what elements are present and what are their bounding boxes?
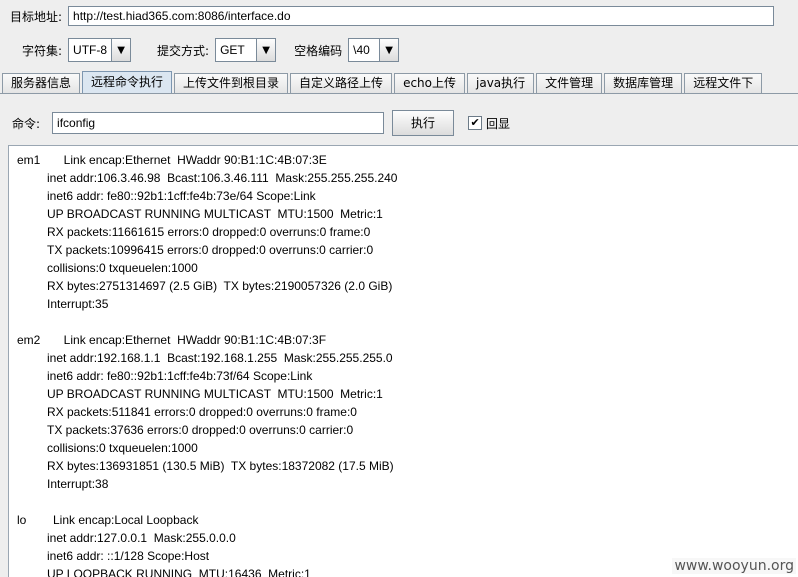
tab-echo-upload[interactable]: echo上传 — [394, 73, 465, 93]
output-line: RX packets:11661615 errors:0 dropped:0 o… — [47, 225, 371, 239]
tab-file-manager[interactable]: 文件管理 — [536, 73, 603, 93]
target-label: 目标地址: — [10, 9, 63, 24]
method-label: 提交方式: — [157, 43, 210, 58]
tab-db-manager[interactable]: 数据库管理 — [604, 73, 683, 93]
target-url-input[interactable]: http://test.hiad365.com:8086/interface.d… — [68, 6, 775, 26]
charset-select[interactable]: UTF-8 ▼ — [68, 38, 132, 62]
watermark: www.wooyun.org — [672, 558, 796, 574]
output-line: collisions:0 txqueuelen:1000 — [47, 441, 198, 455]
chevron-down-icon[interactable]: ▼ — [111, 39, 131, 61]
tab-remote-command[interactable]: 远程命令执行 — [82, 71, 173, 93]
checkmark-icon[interactable]: ✔ — [468, 116, 483, 130]
chevron-down-icon[interactable]: ▼ — [379, 39, 399, 61]
command-panel: 命令: ifconfig 执行 ✔ 回显 em1 Link encap:Ethe… — [0, 93, 798, 577]
tab-custom-upload[interactable]: 自定义路径上传 — [290, 73, 393, 93]
charset-label: 字符集: — [22, 43, 63, 58]
target-row: 目标地址: http://test.hiad365.com:8086/inter… — [10, 4, 775, 28]
method-select[interactable]: GET ▼ — [215, 38, 277, 62]
tab-server-info[interactable]: 服务器信息 — [2, 73, 81, 93]
output-line: collisions:0 txqueuelen:1000 — [47, 261, 198, 275]
output-line: inet addr:106.3.46.98 Bcast:106.3.46.111… — [47, 171, 398, 185]
command-output[interactable]: em1 Link encap:Ethernet HWaddr 90:B1:1C:… — [8, 145, 798, 577]
tab-bar: 服务器信息 远程命令执行 上传文件到根目录 自定义路径上传 echo上传 jav… — [0, 71, 798, 93]
output-line: inet addr:127.0.0.1 Mask:255.0.0.0 — [47, 531, 236, 545]
output-line: UP BROADCAST RUNNING MULTICAST MTU:1500 … — [47, 207, 383, 221]
echo-checkbox[interactable]: ✔ 回显 — [468, 115, 510, 132]
output-line: inet6 addr: fe80::92b1:1cff:fe4b:73e/64 … — [47, 189, 316, 203]
space-encoding-value: \40 — [353, 43, 370, 57]
options-row: 字符集: UTF-8 ▼ 提交方式: GET ▼ 空格编码 \40 ▼ — [22, 36, 400, 64]
charset-value: UTF-8 — [73, 43, 108, 57]
output-line: em1 Link encap:Ethernet HWaddr 90:B1:1C:… — [17, 153, 327, 167]
output-line: em2 Link encap:Ethernet HWaddr 90:B1:1C:… — [17, 333, 327, 347]
echo-label: 回显 — [486, 116, 511, 131]
output-line: TX packets:10996415 errors:0 dropped:0 o… — [47, 243, 374, 257]
execute-button[interactable]: 执行 — [392, 110, 455, 136]
output-line: inet addr:192.168.1.1 Bcast:192.168.1.25… — [47, 351, 393, 365]
command-label: 命令: — [12, 116, 41, 131]
tab-remote-download[interactable]: 远程文件下 — [684, 73, 763, 93]
chevron-down-icon[interactable]: ▼ — [256, 39, 276, 61]
space-encoding-select[interactable]: \40 ▼ — [348, 38, 400, 62]
command-row: 命令: ifconfig 执行 ✔ 回显 — [12, 110, 510, 136]
command-input[interactable]: ifconfig — [52, 112, 385, 134]
tab-java-exec[interactable]: java执行 — [467, 73, 535, 93]
output-line: Interrupt:35 — [47, 297, 109, 311]
tab-upload-root[interactable]: 上传文件到根目录 — [174, 73, 289, 93]
method-value: GET — [220, 43, 245, 57]
output-line: Interrupt:38 — [47, 477, 109, 491]
output-line: inet6 addr: fe80::92b1:1cff:fe4b:73f/64 … — [47, 369, 313, 383]
output-line: RX bytes:2751314697 (2.5 GiB) TX bytes:2… — [47, 279, 393, 293]
output-line: UP BROADCAST RUNNING MULTICAST MTU:1500 … — [47, 387, 383, 401]
space-encoding-label: 空格编码 — [294, 43, 343, 58]
output-line: TX packets:37636 errors:0 dropped:0 over… — [47, 423, 354, 437]
output-line: lo Link encap:Local Loopback — [17, 513, 199, 527]
output-line: RX packets:511841 errors:0 dropped:0 ove… — [47, 405, 357, 419]
output-line: RX bytes:136931851 (130.5 MiB) TX bytes:… — [47, 459, 394, 473]
